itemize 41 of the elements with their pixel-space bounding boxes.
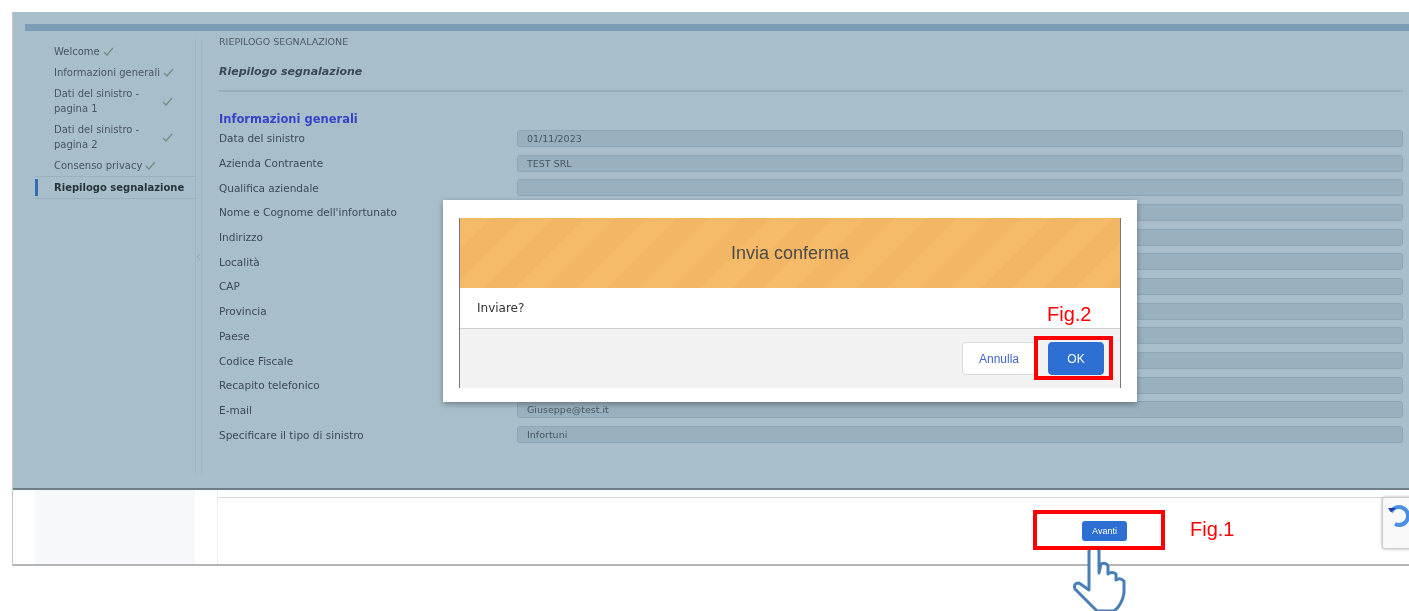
figure-label: Fig.1 <box>1190 518 1235 541</box>
section-header: RIEPILOGO SEGNALAZIONE <box>219 35 350 49</box>
readonly-field[interactable] <box>517 179 1403 197</box>
figure-label: Fig.2 <box>1047 303 1092 326</box>
field-label: Data del sinistro <box>219 132 305 145</box>
collapse-chevron-icon[interactable] <box>196 253 201 261</box>
check-icon <box>162 68 174 77</box>
readonly-field[interactable]: TEST SRL <box>517 154 1403 172</box>
next-button[interactable]: Avanti <box>1082 521 1127 541</box>
sidebar-item[interactable]: Dati del sinistro - pagina 2 <box>35 119 195 155</box>
field-label: Indirizzo <box>219 231 263 244</box>
ok-button[interactable]: OK <box>1048 342 1104 375</box>
sidebar-item[interactable]: Informazioni generali <box>35 62 195 83</box>
cancel-button[interactable]: Annulla <box>961 342 1036 375</box>
check-icon <box>102 47 114 56</box>
field-label: Azienda Contraente <box>219 157 324 170</box>
field-label: Qualifica aziendale <box>219 181 319 194</box>
check-icon <box>162 132 173 142</box>
dialog-title: Invia conferma <box>730 242 850 264</box>
check-icon <box>145 161 157 170</box>
dialog-message: Inviare? <box>477 301 525 315</box>
page-title: Riepilogo segnalazione <box>219 56 1403 92</box>
sidebar-item[interactable]: Riepilogo segnalazione <box>35 176 195 199</box>
field-label: Codice Fiscale <box>219 354 294 367</box>
group-title: Informazioni generali <box>219 113 359 126</box>
sidebar-item[interactable]: Welcome <box>35 41 195 62</box>
field-label: Nome e Cognome dell'infortunato <box>219 206 397 219</box>
field-label: CAP <box>219 280 240 293</box>
readonly-field[interactable]: Giuseppe@test.it <box>517 401 1403 419</box>
sidebar-item[interactable]: Dati del sinistro - pagina 1 <box>35 83 195 119</box>
field-label: Località <box>219 255 260 268</box>
recaptcha-badge-icon <box>1382 497 1409 549</box>
readonly-field[interactable]: Infortuni <box>517 426 1403 444</box>
field-label: Specificare il tipo di sinistro <box>219 428 364 441</box>
field-label: Paese <box>219 329 250 342</box>
field-label: Recapito telefonico <box>219 379 320 392</box>
check-icon <box>162 96 173 106</box>
sidebar-item[interactable]: Consenso privacy <box>35 155 195 176</box>
field-label: Provincia <box>219 305 267 318</box>
readonly-field[interactable]: 01/11/2023 <box>517 129 1403 147</box>
field-label: E-mail <box>219 403 252 416</box>
